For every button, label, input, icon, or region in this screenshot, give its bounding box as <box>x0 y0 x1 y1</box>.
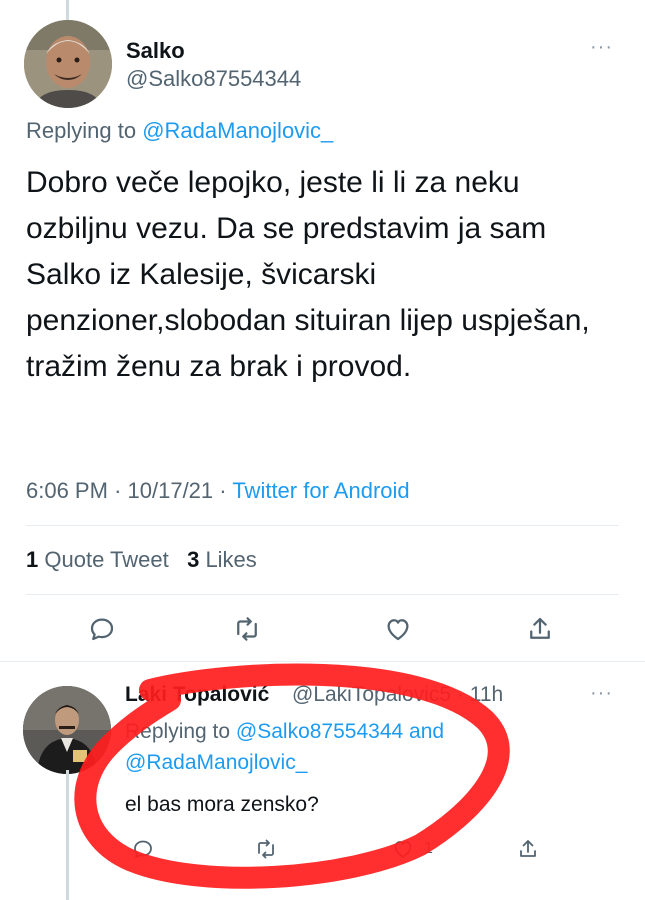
reply-author-name[interactable]: Laki Topalović <box>125 683 269 707</box>
like-icon <box>394 841 412 858</box>
replying-to: Replying to @RadaManojlovic_ <box>26 118 333 144</box>
divider <box>0 661 645 662</box>
thread-line-top <box>66 0 69 22</box>
reply-icon <box>134 840 152 858</box>
reply-more-options-icon[interactable]: ··· <box>590 682 613 705</box>
tweet-time[interactable]: 6:06 PM <box>26 478 108 503</box>
reply-retweet-button[interactable] <box>249 832 283 866</box>
share-button[interactable] <box>523 612 557 646</box>
like-icon <box>387 619 409 641</box>
retweet-icon <box>258 839 274 859</box>
replying-to-link[interactable]: @RadaManojlovic_ <box>142 118 333 143</box>
replying-to-link[interactable]: @RadaManojlovic_ <box>125 751 307 774</box>
quote-count: 1 <box>26 547 39 572</box>
avatar[interactable] <box>24 20 112 108</box>
reply-reply-button[interactable] <box>126 832 160 866</box>
reply-author-handle[interactable]: @LakiTopalovic5 <box>292 683 451 706</box>
replying-and: and <box>409 720 445 743</box>
like-button[interactable] <box>381 612 415 646</box>
reply-icon <box>90 618 114 641</box>
quote-tweets-link[interactable]: 1 Quote Tweet <box>26 547 169 572</box>
share-icon <box>520 840 536 857</box>
tweet-source[interactable]: Twitter for Android <box>232 478 409 503</box>
replying-prefix: Replying to <box>125 720 231 743</box>
divider <box>26 525 619 526</box>
retweet-button[interactable] <box>230 612 264 646</box>
thread-line-bottom <box>66 770 69 900</box>
reply-text: el bas mora zensko? <box>125 793 319 816</box>
reply-button[interactable] <box>85 612 119 646</box>
tweet-date[interactable]: 10/17/21 <box>128 478 214 503</box>
likes-link[interactable]: 3 Likes <box>187 547 257 572</box>
tweet-stats: 1 Quote Tweet 3 Likes <box>26 547 257 573</box>
reply-author-meta: @LakiTopalovic5 · 11h <box>292 683 503 707</box>
tweet-text: Dobro veče lepojko, jeste li li za neku … <box>26 166 590 383</box>
likes-label: Likes <box>205 547 257 572</box>
quote-label: Quote Tweet <box>44 547 169 572</box>
reply-like-button[interactable] <box>386 832 420 866</box>
reply-replying-to: Replying to @Salko87554344 and @RadaMano… <box>125 716 605 778</box>
meta-separator: · <box>456 683 470 706</box>
like-count: 3 <box>187 547 200 572</box>
author-name[interactable]: Salko <box>126 38 185 64</box>
reply-avatar[interactable] <box>23 686 111 774</box>
retweet-icon <box>237 617 257 641</box>
reply-share-button[interactable] <box>511 832 545 866</box>
meta-separator: · <box>114 478 128 503</box>
share-icon <box>530 617 550 639</box>
replying-to-link[interactable]: @Salko87554344 <box>236 720 403 743</box>
meta-separator: · <box>219 478 233 503</box>
divider <box>26 594 619 595</box>
more-options-icon[interactable]: ··· <box>590 36 613 59</box>
replying-prefix: Replying to <box>26 118 137 143</box>
reply-time[interactable]: 11h <box>470 683 503 706</box>
reply-like-count: 1 <box>424 840 433 857</box>
tweet-meta: 6:06 PM · 10/17/21 · Twitter for Android <box>26 478 410 504</box>
author-handle[interactable]: @Salko87554344 <box>126 66 301 92</box>
